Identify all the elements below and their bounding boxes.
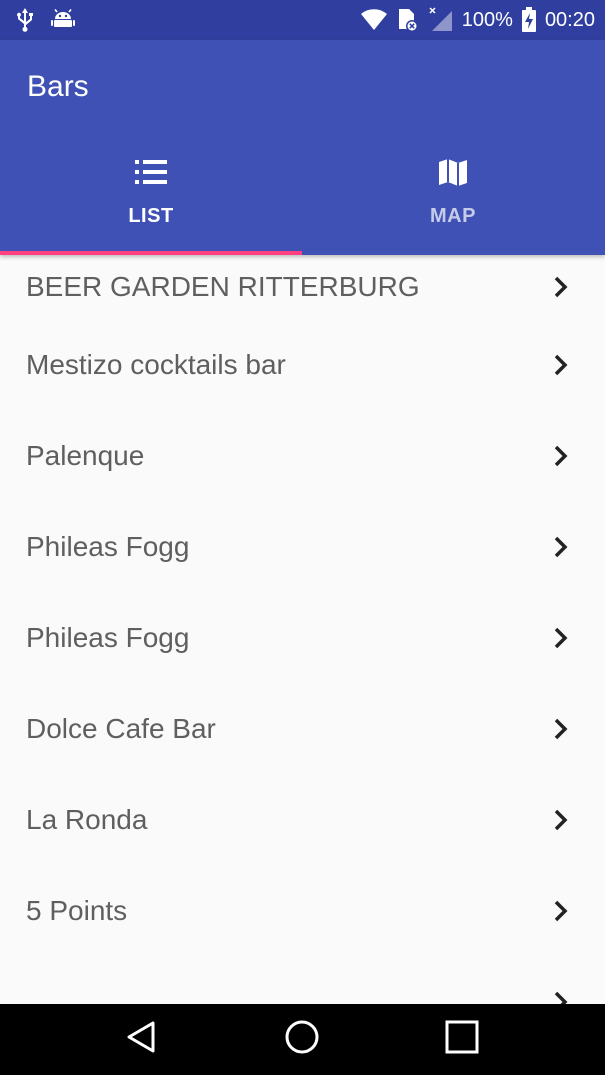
android-debug-icon — [50, 8, 76, 32]
bar-name: Dolce Cafe Bar — [26, 712, 216, 744]
tab-map-label: MAP — [430, 205, 476, 227]
recents-icon — [445, 1020, 479, 1059]
tab-list-label: LIST — [128, 205, 174, 227]
page-title: Bars — [27, 70, 89, 103]
back-icon — [125, 1020, 159, 1059]
list-item[interactable] — [0, 956, 605, 1004]
bar-name: Mestizo cocktails bar — [26, 348, 286, 380]
tab-list[interactable]: LIST — [0, 140, 302, 255]
list-icon — [134, 155, 168, 189]
usb-icon — [14, 7, 36, 33]
list-item[interactable]: 5 Points — [0, 865, 605, 956]
list-item[interactable]: Mestizo cocktails bar — [0, 319, 605, 410]
bar-name: Palenque — [26, 439, 145, 471]
tab-indicator — [0, 251, 302, 255]
tab-bar: LIST MAP — [0, 140, 605, 255]
home-icon — [284, 1019, 320, 1060]
bar-name: BEER GARDEN RITTERBURG — [26, 271, 420, 302]
list-item[interactable]: Palenque — [0, 410, 605, 501]
home-button[interactable] — [257, 1004, 347, 1075]
map-icon — [437, 155, 469, 189]
battery-charging-icon — [521, 7, 537, 33]
bar-name: Phileas Fogg — [26, 621, 190, 653]
signal-icon — [428, 7, 454, 33]
battery-percent: 100% — [461, 8, 513, 31]
back-button[interactable] — [97, 1004, 187, 1075]
navigation-bar — [0, 1004, 605, 1075]
status-time: 00:20 — [544, 8, 595, 31]
chevron-right-icon — [548, 807, 574, 833]
wifi-icon — [360, 8, 388, 32]
tab-map[interactable]: MAP — [302, 140, 604, 255]
list-item[interactable]: BEER GARDEN RITTERBURG — [0, 255, 605, 319]
bar-name: Phileas Fogg — [26, 530, 190, 562]
bar-list: BEER GARDEN RITTERBURG Mestizo cocktails… — [0, 255, 605, 1004]
no-sim-icon — [396, 7, 420, 33]
recents-button[interactable] — [417, 1004, 507, 1075]
list-item[interactable]: La Ronda — [0, 774, 605, 865]
list-item[interactable]: Dolce Cafe Bar — [0, 683, 605, 774]
bar-name: La Ronda — [26, 803, 148, 835]
app-bar: Bars LIST MAP — [0, 40, 605, 255]
status-bar: 100% 00:20 — [0, 0, 605, 40]
list-item[interactable]: Phileas Fogg — [0, 592, 605, 683]
list-item[interactable]: Phileas Fogg — [0, 501, 605, 592]
chevron-right-icon — [548, 534, 574, 560]
chevron-right-icon — [548, 989, 574, 1004]
chevron-right-icon — [548, 898, 574, 924]
bar-name: 5 Points — [26, 894, 128, 926]
chevron-right-icon — [548, 352, 574, 378]
chevron-right-icon — [548, 716, 574, 742]
chevron-right-icon — [548, 625, 574, 651]
chevron-right-icon — [548, 274, 574, 300]
chevron-right-icon — [548, 443, 574, 469]
